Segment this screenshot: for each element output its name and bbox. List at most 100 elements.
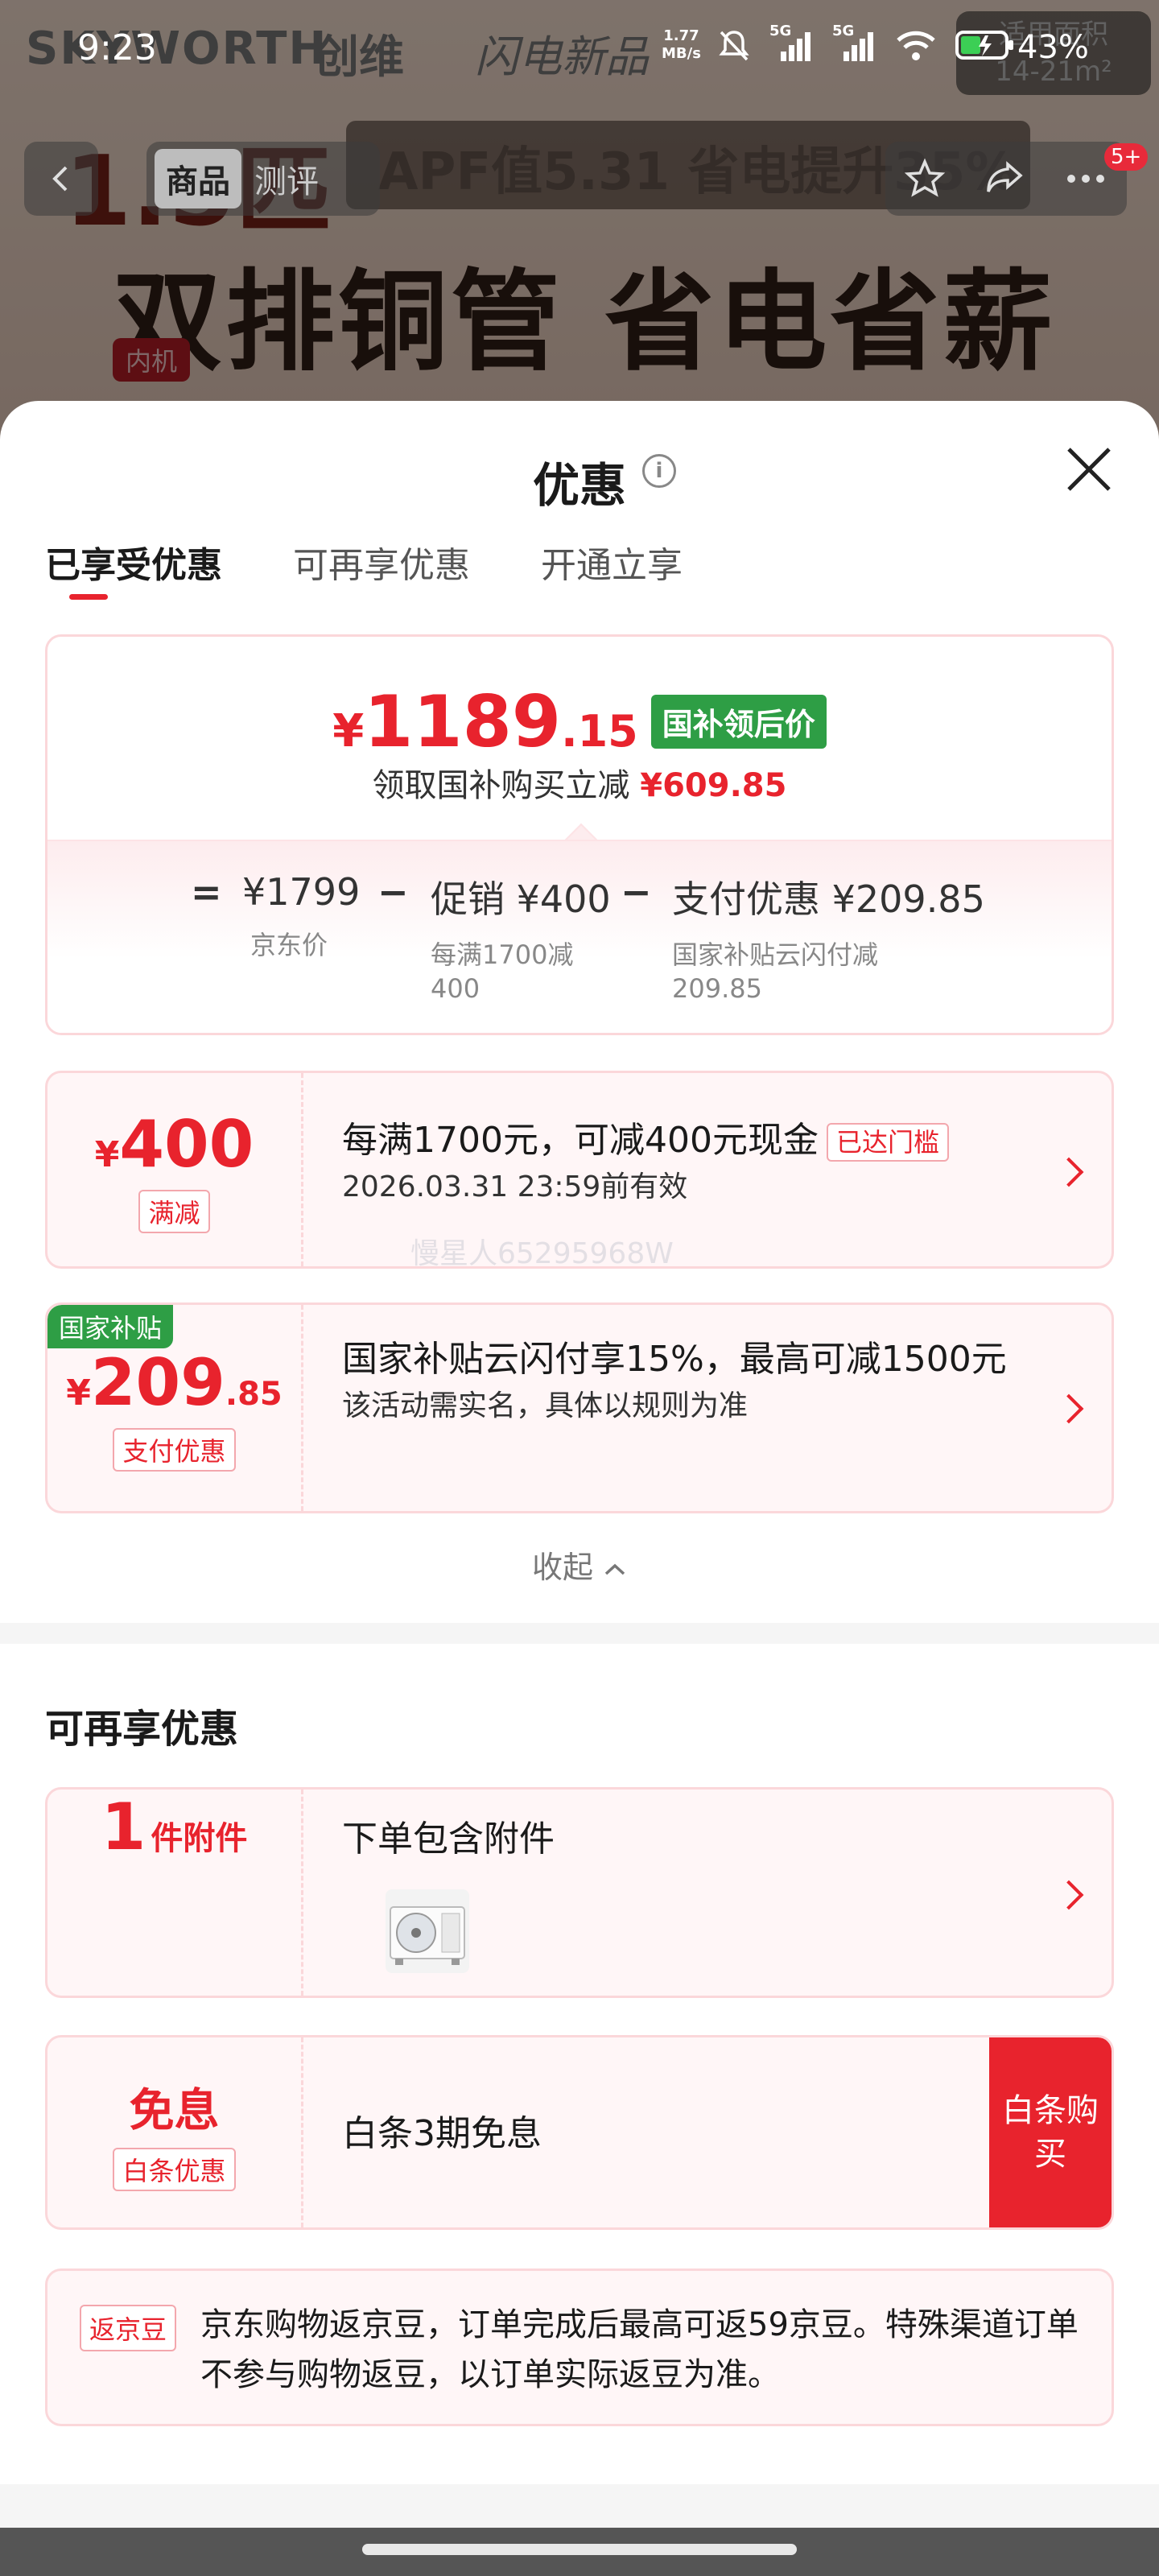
price-decimal: .15 bbox=[561, 706, 638, 757]
coupon-national-subsidy[interactable]: ¥ 209 .85 支付优惠 国家补贴 国家补贴云闪付享15%，最高可减1500… bbox=[45, 1302, 1114, 1513]
breakdown-payment: 支付优惠 ¥209.85 国家补贴云闪付减 209.85 bbox=[672, 870, 985, 1005]
chevron-left-icon bbox=[52, 166, 68, 192]
message-badge: 5+ bbox=[1104, 143, 1149, 171]
coupon-value: 209 bbox=[90, 1344, 225, 1420]
promo-note-1: 每满1700减 bbox=[431, 939, 574, 970]
sim2-label: 5G bbox=[832, 23, 855, 39]
saving-prefix: 领取国补购买立减 bbox=[372, 767, 630, 804]
product-tabs: 商品 测评 bbox=[146, 142, 380, 216]
coupon-validity: 2026.03.31 23:59前有效 bbox=[342, 1170, 688, 1203]
chevron-right-icon bbox=[1054, 1393, 1084, 1424]
accessory-card[interactable]: 1 件附件 下单包含附件 bbox=[45, 1787, 1114, 1998]
minus-sign-1: − bbox=[377, 870, 409, 914]
net-speed-unit: MB/s bbox=[662, 45, 701, 62]
close-icon[interactable] bbox=[1061, 441, 1117, 497]
final-price: ¥ 1189 .15 国补领后价 bbox=[47, 680, 1112, 763]
subsidy-flag: 国家补贴 bbox=[47, 1305, 174, 1348]
interest-free-label: 免息 bbox=[129, 2084, 220, 2137]
accessory-count: 1 bbox=[101, 1790, 146, 1864]
accessory-left: 1 件附件 bbox=[47, 1790, 303, 1996]
collapse-label: 收起 bbox=[531, 1550, 593, 1585]
chevron-right-icon bbox=[1054, 1880, 1084, 1910]
chevron-up-icon bbox=[604, 1563, 625, 1575]
price-integer: 1189 bbox=[364, 680, 562, 763]
promotion-sheet: 优惠 i 已享受优惠 可再享优惠 开通立享 ¥ 1189 .15 国补领后价 领… bbox=[0, 401, 1159, 2528]
promo-tabs: 已享受优惠 可再享优惠 开通立享 bbox=[45, 536, 683, 588]
payment-discount-value: 支付优惠 ¥209.85 bbox=[672, 877, 985, 921]
coupon-currency: ¥ bbox=[94, 1133, 120, 1175]
home-indicator[interactable] bbox=[362, 2544, 797, 2555]
section-title-more: 可再享优惠 bbox=[45, 1707, 239, 1752]
baitiao-chip: 白条优惠 bbox=[113, 2147, 236, 2191]
coupon-left: ¥ 400 满减 bbox=[47, 1073, 303, 1266]
coupon-body: 每满1700元，可减400元现金 已达门槛 2026.03.31 23:59前有效 bbox=[342, 1115, 1039, 1208]
coupon-value-decimal: .85 bbox=[225, 1375, 283, 1413]
sheet-title: 优惠 bbox=[532, 458, 626, 513]
price-breakdown: = ¥1799 京东价 − 促销 ¥400 每满1700减 400 − 支付优惠… bbox=[47, 840, 1112, 1033]
jd-bean-card: 返京豆 京东购物返京豆，订单完成后最高可返59京豆。特殊渠道订单不参与购物返豆，… bbox=[45, 2268, 1114, 2426]
battery-icon bbox=[955, 31, 1013, 60]
sheet-header: 优惠 i bbox=[0, 401, 1159, 522]
baitiao-buy-button[interactable]: 白条购买 bbox=[989, 2037, 1112, 2227]
tab-product[interactable]: 商品 bbox=[155, 149, 241, 208]
breakdown-promo: 促销 ¥400 每满1700减 400 bbox=[431, 870, 611, 1005]
breakdown-jd-price: ¥1799 京东价 bbox=[242, 870, 360, 962]
coupon-type-chip: 满减 bbox=[138, 1189, 210, 1233]
clock: 9:23 bbox=[77, 27, 157, 68]
jd-price-value: ¥1799 bbox=[242, 870, 361, 914]
coupon-amount: ¥ 209 .85 bbox=[66, 1345, 282, 1420]
sim1-label: 5G bbox=[769, 23, 792, 39]
saving-amount: ¥609.85 bbox=[640, 767, 787, 804]
signal-icon-1: 5G bbox=[769, 23, 815, 63]
outdoor-unit-thumbnail[interactable] bbox=[386, 1889, 469, 1973]
coupon-amount: ¥ 400 bbox=[95, 1107, 254, 1182]
product-actions bbox=[885, 142, 1127, 216]
mute-icon bbox=[719, 31, 749, 61]
promo-value: 促销 ¥400 bbox=[431, 877, 611, 921]
coupon-title: 国家补贴云闪付享15%，最高可减1500元 bbox=[342, 1339, 1007, 1380]
minus-sign-2: − bbox=[621, 870, 652, 914]
tab-enjoyed[interactable]: 已享受优惠 bbox=[45, 536, 222, 588]
interest-free-body: 白条3期免息 bbox=[342, 2108, 967, 2160]
net-speed: 1.77 MB/s bbox=[662, 27, 701, 63]
status-bar: 9:23 1.77 MB/s 5G 5G 43% bbox=[0, 0, 1159, 97]
section-divider-bottom bbox=[0, 2484, 1159, 2528]
coupon-note: 该活动需实名，具体以规则为准 bbox=[342, 1389, 749, 1422]
jd-price-label: 京东价 bbox=[250, 930, 328, 960]
tab-activate[interactable]: 开通立享 bbox=[541, 536, 683, 588]
tab-review[interactable]: 测评 bbox=[254, 155, 319, 202]
price-saving-line: 领取国补购买立减 ¥609.85 bbox=[47, 759, 1112, 806]
price-tag: 国补领后价 bbox=[650, 695, 827, 749]
tab-available[interactable]: 可再享优惠 bbox=[293, 536, 470, 588]
coupon-title: 每满1700元，可减400元现金 bbox=[342, 1120, 819, 1161]
payment-note-1: 国家补贴云闪付减 bbox=[672, 939, 879, 970]
info-icon[interactable]: i bbox=[642, 454, 676, 488]
more-icon[interactable] bbox=[1063, 158, 1108, 200]
payment-note-2: 209.85 bbox=[672, 973, 762, 1004]
coupon-type-chip: 支付优惠 bbox=[113, 1427, 236, 1472]
section-divider bbox=[0, 1623, 1159, 1644]
watermark: 慢星人65295968W bbox=[410, 1237, 674, 1270]
net-speed-value: 1.77 bbox=[663, 27, 699, 44]
interest-free-card: 免息 白条优惠 白条3期免息 白条购买 bbox=[45, 2035, 1114, 2230]
equals-sign: = bbox=[191, 870, 222, 914]
threshold-status-chip: 已达门槛 bbox=[826, 1123, 949, 1162]
status-icons: 5G 5G bbox=[716, 23, 1016, 63]
coupon-body: 国家补贴云闪付享15%，最高可减1500元 该活动需实名，具体以规则为准 bbox=[342, 1334, 1039, 1427]
back-button[interactable] bbox=[24, 142, 98, 216]
promo-note-2: 400 bbox=[431, 973, 481, 1004]
accessory-body: 下单包含附件 bbox=[342, 1814, 1039, 1865]
interest-free-left: 免息 白条优惠 bbox=[47, 2037, 303, 2227]
star-icon[interactable] bbox=[904, 158, 946, 200]
battery-percent: 43% bbox=[1017, 29, 1089, 66]
coupon-value: 400 bbox=[119, 1106, 254, 1182]
signal-icon-2: 5G bbox=[832, 23, 877, 63]
collapse-button[interactable]: 收起 bbox=[0, 1542, 1159, 1587]
coupon-title-line: 每满1700元，可减400元现金 已达门槛 bbox=[342, 1115, 1039, 1166]
jd-bean-chip: 返京豆 bbox=[80, 2305, 177, 2351]
accessory-title: 下单包含附件 bbox=[342, 1818, 555, 1860]
active-tab-indicator bbox=[69, 594, 108, 600]
wifi-icon bbox=[897, 31, 935, 60]
accessory-unit: 件附件 bbox=[151, 1820, 248, 1857]
share-icon[interactable] bbox=[984, 158, 1025, 200]
